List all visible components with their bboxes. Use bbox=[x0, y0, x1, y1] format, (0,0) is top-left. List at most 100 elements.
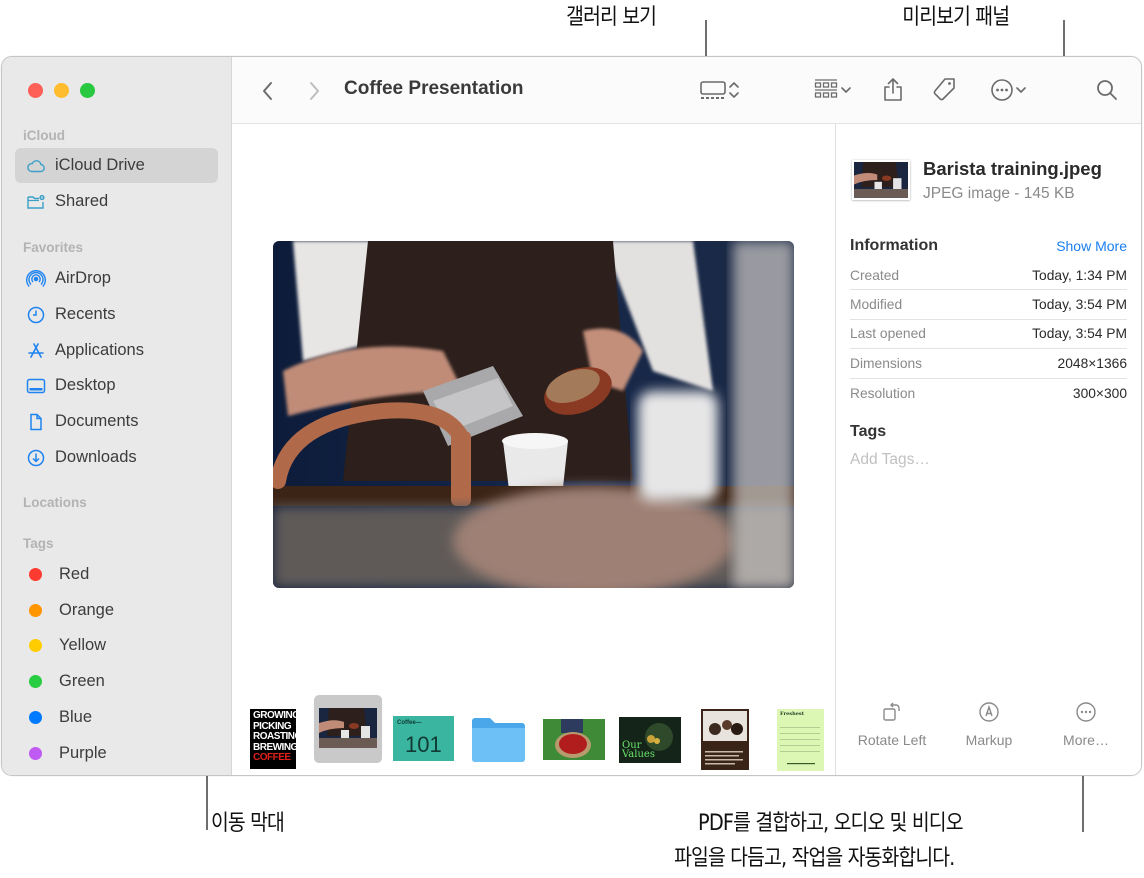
our-values-label: Our Values bbox=[622, 740, 655, 760]
info-row-last-opened: Last opened Today, 3:54 PM bbox=[850, 320, 1127, 350]
thumbnail-barista-training[interactable] bbox=[319, 708, 377, 748]
information-list: Created Today, 1:34 PM Modified Today, 3… bbox=[850, 261, 1127, 408]
markup-button[interactable]: Markup bbox=[939, 701, 1039, 748]
preview-file-name: Barista training.jpeg bbox=[923, 158, 1102, 179]
gallery-view-icon bbox=[700, 81, 726, 99]
forward-icon bbox=[310, 82, 319, 100]
tag-blue-dot-icon bbox=[29, 711, 42, 724]
sidebar-tag-orange[interactable]: Orange bbox=[15, 593, 218, 628]
chevron-down-icon bbox=[841, 87, 851, 93]
gallery-scrubber[interactable]: GROWING PICKING ROASTING BREWING COFFEE … bbox=[232, 695, 835, 775]
window-title: Coffee Presentation bbox=[344, 78, 524, 99]
callout-scroll-bar: 이동 막대 bbox=[210, 811, 285, 836]
sidebar-section-favorites: Favorites bbox=[23, 240, 84, 255]
show-more-link[interactable]: Show More bbox=[1056, 238, 1127, 254]
thumbnail-order-form[interactable]: Freshest bbox=[777, 709, 824, 771]
share-button[interactable] bbox=[880, 76, 906, 104]
sidebar-item-documents[interactable]: Documents bbox=[15, 404, 218, 439]
sidebar-tag-purple[interactable]: Purple bbox=[15, 736, 218, 771]
preview-file-thumbnail bbox=[852, 160, 910, 200]
info-key: Dimensions bbox=[850, 355, 923, 371]
more-label: More… bbox=[1063, 732, 1109, 748]
preview-pane: Barista training.jpeg JPEG image - 145 K… bbox=[835, 124, 1141, 775]
sidebar-item-airdrop[interactable]: AirDrop bbox=[15, 261, 218, 296]
callout-preview-pane: 미리보기 패널 bbox=[902, 5, 1010, 30]
info-value: 300×300 bbox=[1072, 385, 1127, 401]
tag-yellow-dot-icon bbox=[29, 639, 42, 652]
info-value: Today, 3:54 PM bbox=[1032, 297, 1127, 313]
forward-button[interactable] bbox=[302, 79, 326, 103]
thumbnail-our-values[interactable]: Our Values bbox=[619, 717, 681, 763]
actions-button[interactable] bbox=[985, 77, 1033, 103]
cloud-icon bbox=[25, 156, 47, 176]
info-row-modified: Modified Today, 3:54 PM bbox=[850, 290, 1127, 320]
add-tags-field[interactable]: Add Tags… bbox=[850, 451, 930, 469]
thumbnail-coffee-101[interactable]: Coffee— 101 bbox=[393, 716, 454, 761]
callout-more-text-2: 파일을 다듬고, 작업을 자동화합니다. bbox=[674, 846, 955, 871]
search-button[interactable] bbox=[1094, 77, 1120, 103]
callout-gallery-view: 갤러리 보기 bbox=[566, 5, 657, 30]
sidebar-item-label: AirDrop bbox=[55, 269, 111, 287]
applications-icon bbox=[25, 341, 47, 361]
shared-folder-icon bbox=[25, 192, 47, 212]
sidebar-item-label: Desktop bbox=[55, 376, 116, 394]
gallery-view: GROWING PICKING ROASTING BREWING COFFEE … bbox=[232, 124, 835, 775]
sidebar-item-label: Yellow bbox=[59, 636, 107, 654]
back-button[interactable] bbox=[256, 79, 280, 103]
sidebar-tag-red[interactable]: Red bbox=[15, 557, 218, 592]
sidebar-item-label: Orange bbox=[59, 601, 115, 619]
sidebar-item-desktop[interactable]: Desktop bbox=[15, 368, 218, 403]
sidebar: iCloud iCloud Drive Shared Favorites Air… bbox=[2, 57, 232, 775]
tags-button[interactable] bbox=[929, 76, 959, 104]
tag-red-dot-icon bbox=[29, 568, 42, 581]
info-row-resolution: Resolution 300×300 bbox=[850, 379, 1127, 408]
thumbnail-folder[interactable] bbox=[470, 715, 527, 763]
download-icon bbox=[25, 448, 47, 468]
more-icon bbox=[1076, 702, 1096, 722]
rotate-left-icon bbox=[883, 702, 900, 721]
group-button[interactable] bbox=[808, 77, 858, 103]
sidebar-item-downloads[interactable]: Downloads bbox=[15, 440, 218, 475]
quick-actions: Rotate Left Markup More… bbox=[836, 701, 1141, 757]
sidebar-item-recents[interactable]: Recents bbox=[15, 297, 218, 332]
close-button[interactable] bbox=[28, 83, 43, 98]
zoom-button[interactable] bbox=[80, 83, 95, 98]
poster-line: GROWING bbox=[253, 710, 296, 721]
sidebar-item-label: Blue bbox=[59, 708, 93, 726]
sidebar-item-label: Recents bbox=[55, 305, 116, 323]
tag-orange-dot-icon bbox=[29, 604, 42, 617]
sidebar-item-label: iCloud Drive bbox=[55, 156, 145, 174]
main-preview-image[interactable] bbox=[273, 241, 794, 588]
coffee-101-small-label: Coffee— bbox=[397, 720, 422, 726]
sidebar-section-icloud: iCloud bbox=[23, 128, 65, 143]
more-button[interactable]: More… bbox=[1036, 701, 1136, 748]
more-actions-icon bbox=[991, 79, 1013, 101]
sidebar-item-label: Shared bbox=[55, 192, 109, 210]
rotate-left-label: Rotate Left bbox=[857, 732, 927, 748]
search-icon bbox=[1097, 80, 1117, 100]
coffee-101-big-label: 101 bbox=[405, 732, 442, 757]
info-key: Resolution bbox=[850, 385, 916, 401]
info-value: Today, 3:54 PM bbox=[1032, 326, 1127, 342]
sidebar-item-applications[interactable]: Applications bbox=[15, 333, 218, 368]
rotate-left-button[interactable]: Rotate Left bbox=[842, 701, 942, 748]
sidebar-item-shared[interactable]: Shared bbox=[15, 184, 218, 219]
thumbnail-coffee-cherries[interactable] bbox=[543, 719, 605, 760]
thumbnail-cafe-people[interactable] bbox=[701, 709, 749, 770]
finder-window: iCloud iCloud Drive Shared Favorites Air… bbox=[1, 56, 1142, 776]
info-key: Created bbox=[850, 267, 900, 283]
view-mode-button[interactable] bbox=[692, 77, 748, 103]
thumbnail-growing-picking-poster[interactable]: GROWING PICKING ROASTING BREWING COFFEE bbox=[250, 709, 296, 769]
sidebar-tag-green[interactable]: Green bbox=[15, 664, 218, 699]
poster-accent-line: COFFEE bbox=[253, 752, 291, 763]
sidebar-tag-yellow[interactable]: Yellow bbox=[15, 628, 218, 663]
info-key: Modified bbox=[850, 297, 903, 313]
tag-purple-dot-icon bbox=[29, 747, 42, 760]
minimize-button[interactable] bbox=[54, 83, 69, 98]
desktop-icon bbox=[25, 376, 47, 396]
sidebar-item-icloud-drive[interactable]: iCloud Drive bbox=[15, 148, 218, 183]
sidebar-section-locations: Locations bbox=[23, 495, 87, 510]
info-row-dimensions: Dimensions 2048×1366 bbox=[850, 349, 1127, 379]
sidebar-tag-blue[interactable]: Blue bbox=[15, 700, 218, 735]
poster-line: ROASTING bbox=[253, 731, 296, 742]
